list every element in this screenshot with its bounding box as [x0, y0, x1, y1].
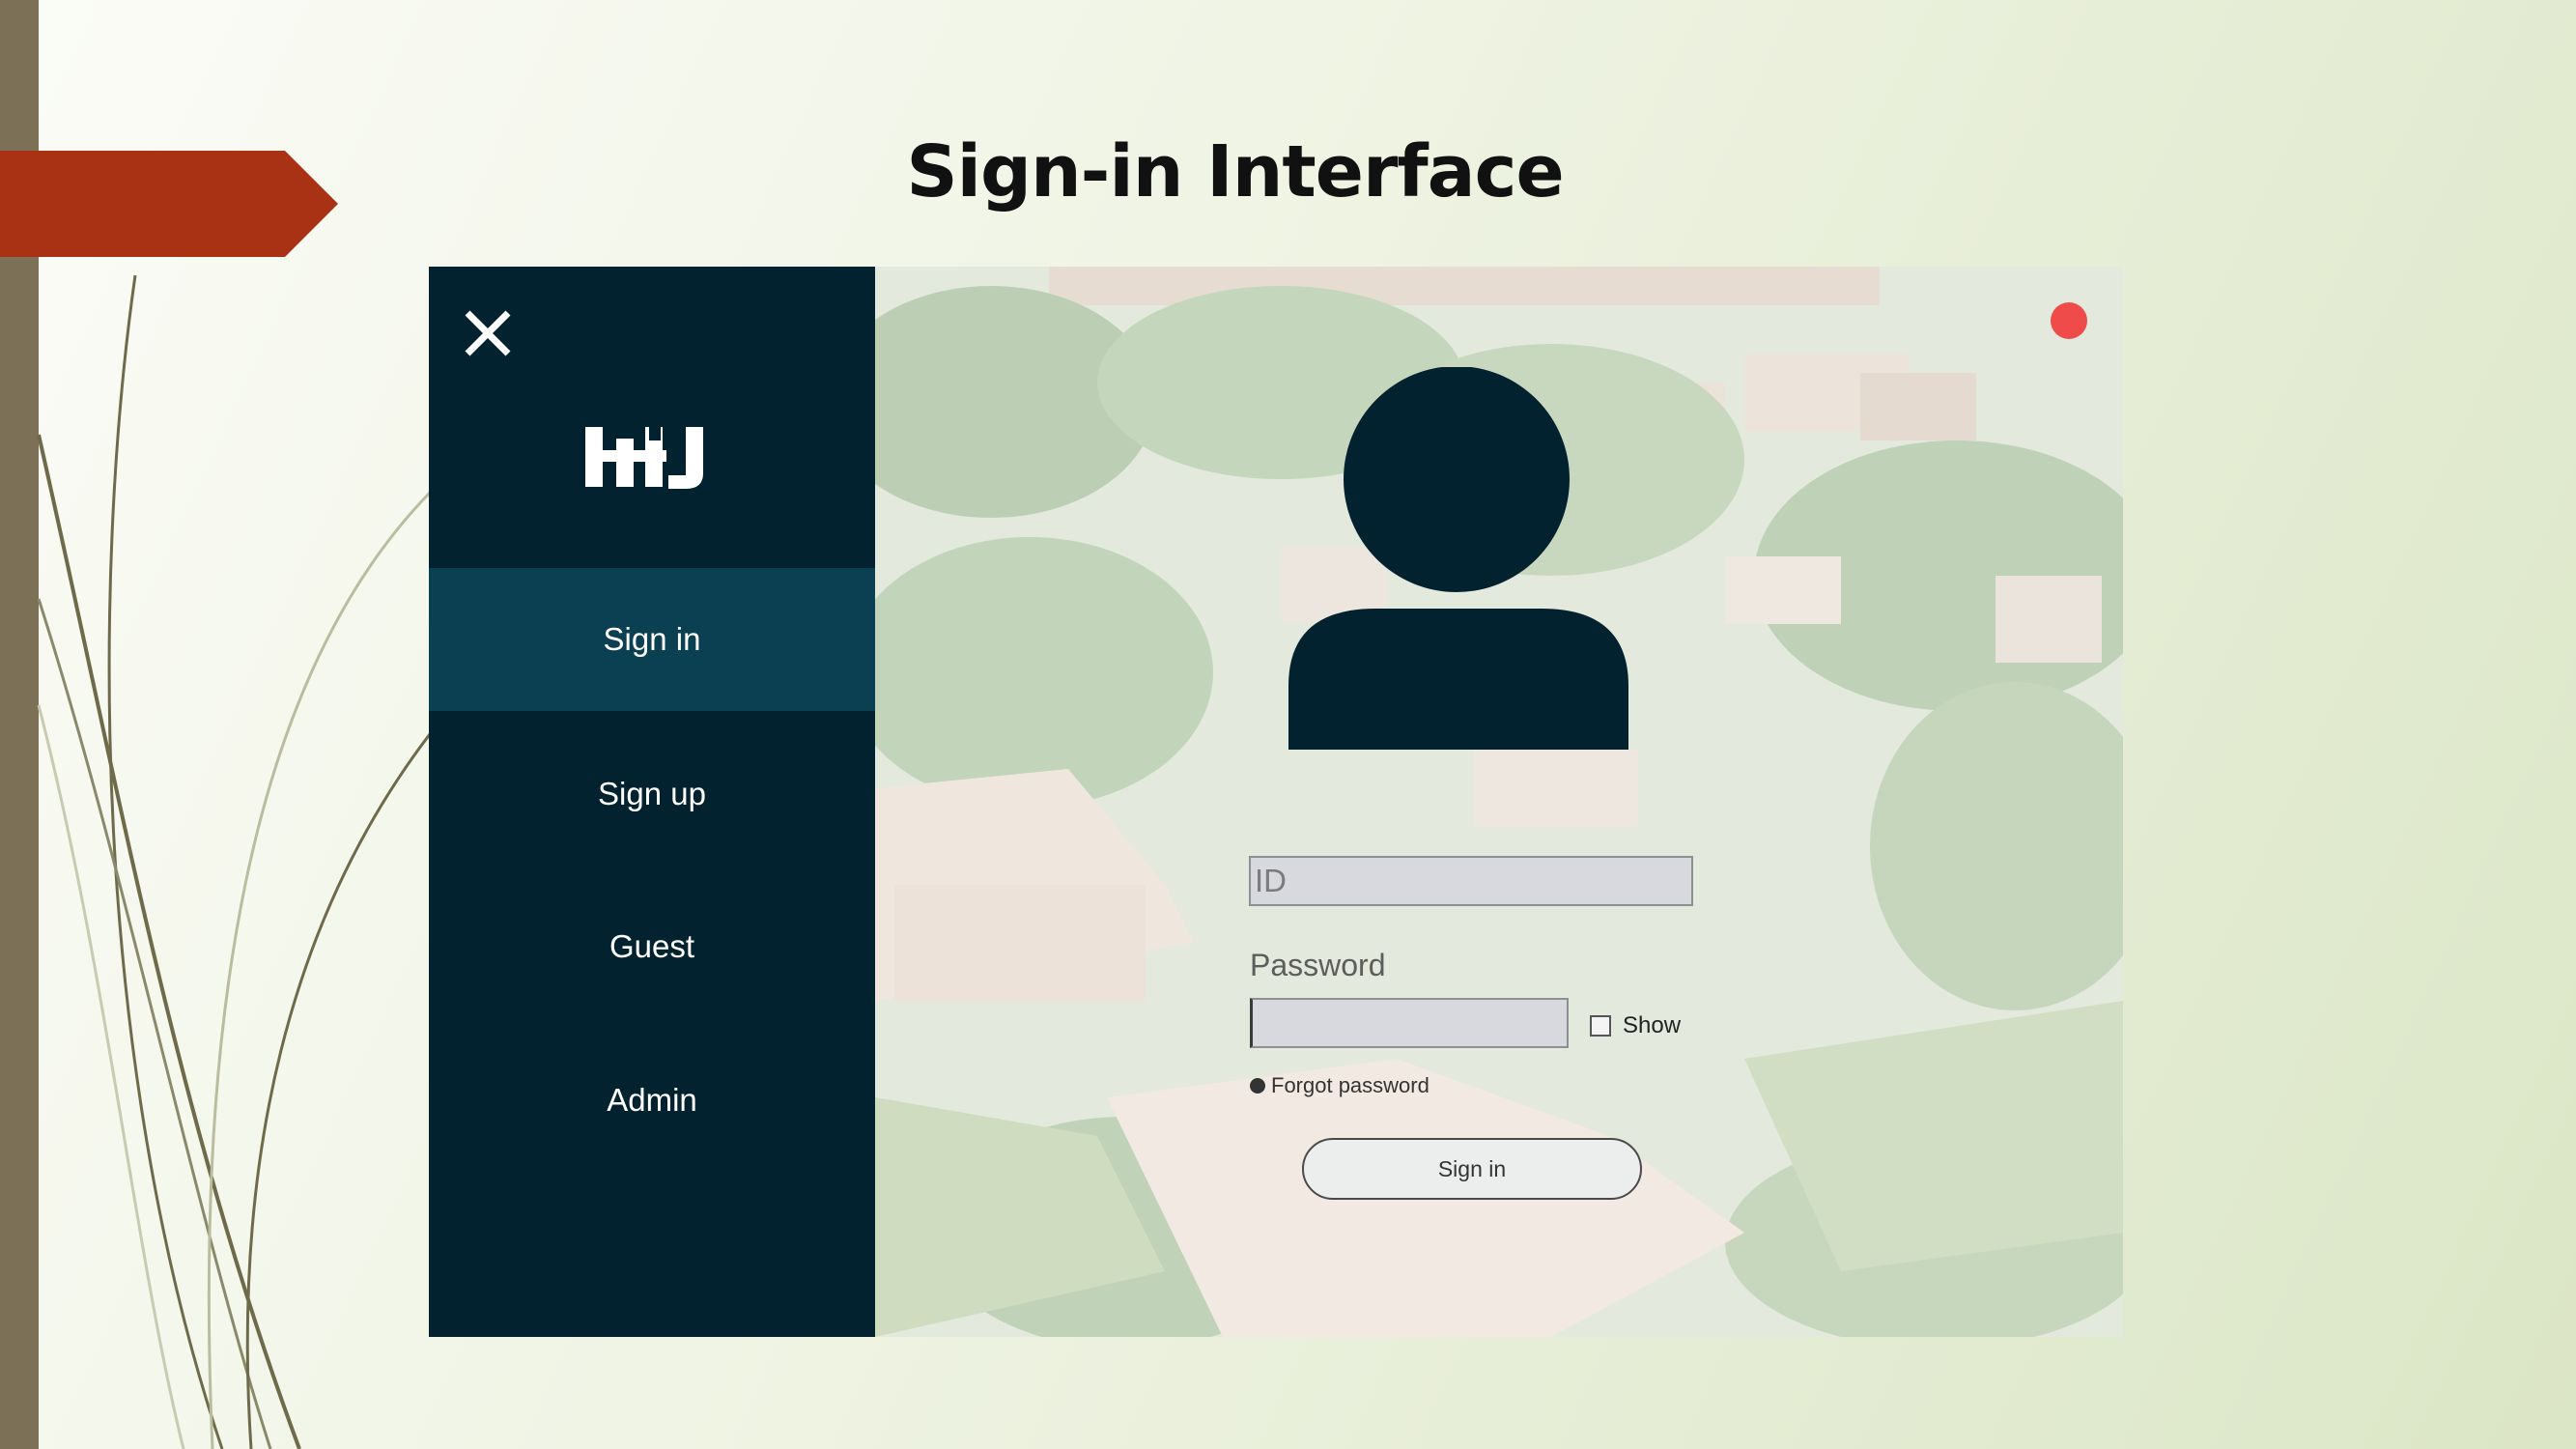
sidebar-item-admin[interactable]: Admin — [429, 1029, 875, 1172]
record-indicator — [2051, 302, 2087, 339]
sidebar-item-label: Sign in — [603, 621, 701, 657]
user-avatar-icon — [1288, 367, 1628, 750]
sign-in-panel: Password Show Forgot password Sign in — [875, 267, 2123, 1337]
close-icon[interactable] — [458, 303, 518, 363]
password-input[interactable] — [1250, 998, 1569, 1048]
sidebar-item-sign-in[interactable]: Sign in — [429, 568, 875, 711]
sign-in-button[interactable]: Sign in — [1302, 1138, 1642, 1200]
bullet-icon — [1250, 1078, 1265, 1094]
sidebar-item-sign-up[interactable]: Sign up — [429, 723, 875, 866]
sidebar: Sign in Sign up Guest Admin — [429, 267, 875, 1337]
password-label: Password — [1250, 948, 1386, 982]
sidebar-item-label: Sign up — [598, 776, 706, 811]
show-password-checkbox[interactable] — [1590, 1015, 1611, 1037]
show-password-label: Show — [1623, 1012, 1682, 1038]
sidebar-item-label: Admin — [607, 1082, 697, 1118]
sign-in-window: Sign in Sign up Guest Admin ID Password … — [429, 267, 2123, 1337]
id-input[interactable] — [1249, 856, 1693, 906]
forgot-password-link[interactable]: Forgot password — [1250, 1073, 1430, 1098]
sidebar-item-guest[interactable]: Guest — [429, 875, 875, 1018]
show-password-toggle[interactable]: Show — [1590, 1010, 1681, 1041]
slide-title: Sign-in Interface — [906, 130, 1564, 213]
logo-icon — [585, 427, 703, 489]
sidebar-item-label: Guest — [609, 928, 695, 964]
forgot-password-label: Forgot password — [1271, 1073, 1430, 1097]
